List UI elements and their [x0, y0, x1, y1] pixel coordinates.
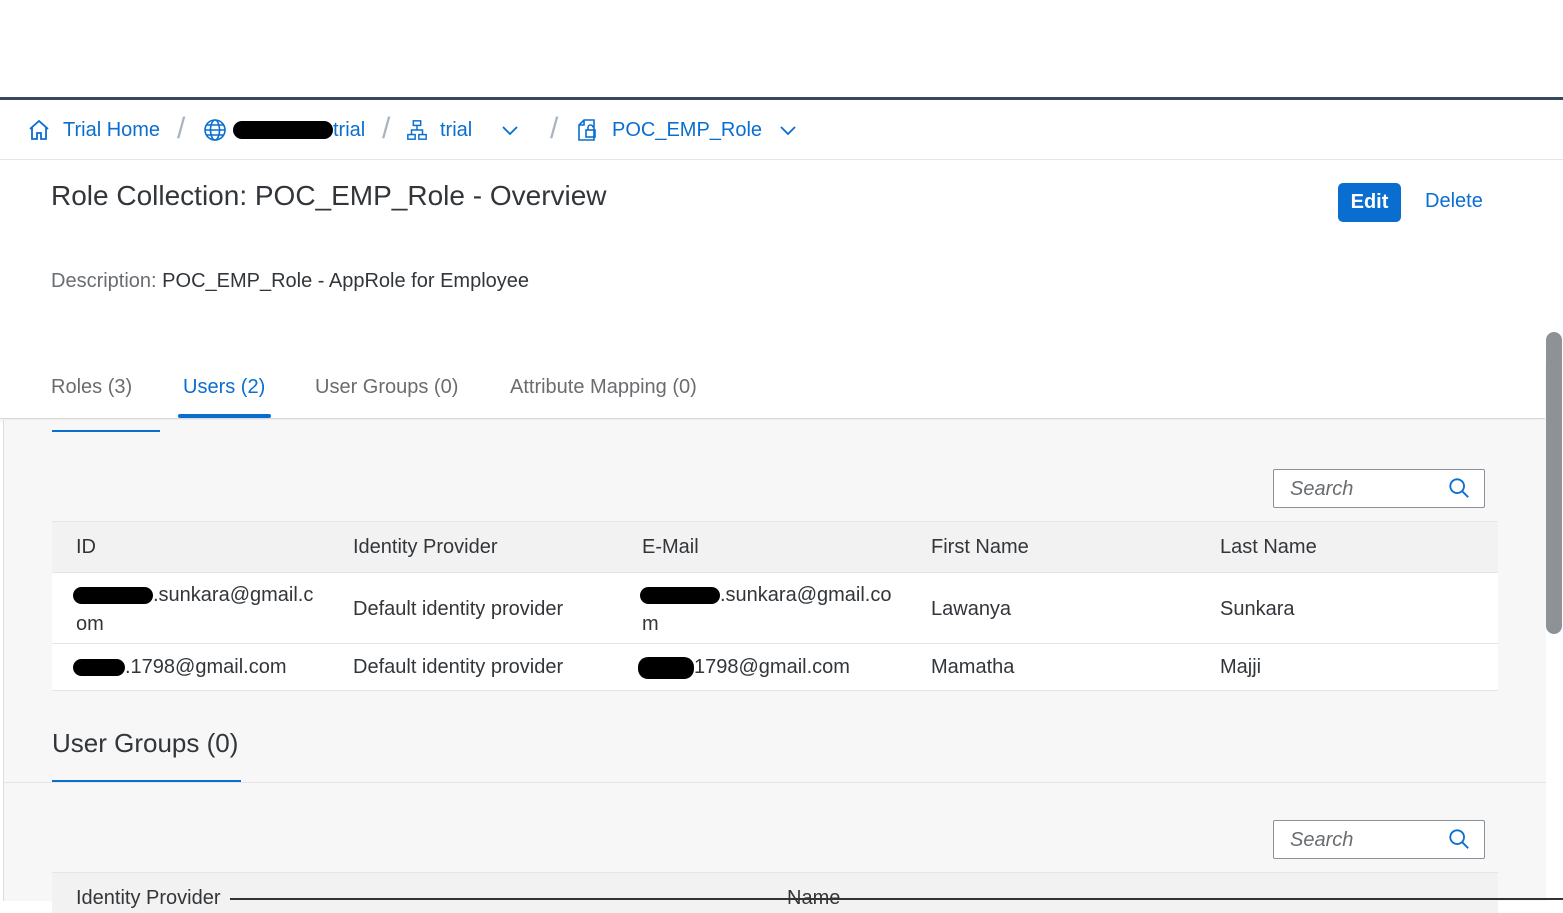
redacted-text	[73, 587, 153, 605]
user-groups-table-header: Identity Provider Name	[52, 872, 1498, 913]
redacted-text	[73, 659, 125, 677]
breadcrumb-space-label: trial	[440, 118, 473, 141]
table-row[interactable]: .sunkara@gmail.c om Default identity prov…	[52, 573, 1498, 644]
cell-last-name: Majji	[1220, 656, 1262, 678]
cell-first-name: Mamatha	[931, 656, 1015, 678]
cell-id: .sunkara@gmail.c om	[73, 581, 313, 639]
tab-users[interactable]: Users (2)	[183, 376, 265, 399]
table-row[interactable]: .1798@gmail.com Default identity provide…	[52, 644, 1498, 691]
edit-button[interactable]: Edit	[1338, 183, 1401, 222]
document-lock-icon	[578, 119, 596, 141]
chevron-down-icon[interactable]	[500, 120, 520, 140]
vertical-scrollbar[interactable]	[1546, 332, 1562, 634]
search-icon[interactable]	[1448, 828, 1470, 850]
breadcrumb-space[interactable]: trial	[406, 116, 520, 144]
cell-identity-provider: Default identity provider	[353, 598, 564, 620]
redacted-text	[640, 587, 720, 605]
cell-first-name: Lawanya	[931, 598, 1012, 620]
chevron-down-icon[interactable]	[778, 120, 798, 140]
cell-id: .1798@gmail.com	[73, 653, 286, 682]
breadcrumb-home[interactable]: Trial Home	[27, 116, 160, 144]
breadcrumb-separator: /	[382, 112, 391, 145]
column-header-first-name[interactable]: First Name	[931, 536, 1029, 559]
tab-roles[interactable]: Roles (3)	[51, 376, 132, 399]
users-search-input[interactable]: Search	[1273, 469, 1485, 508]
divider	[230, 898, 1563, 900]
description-label: Description:	[51, 270, 157, 292]
breadcrumb-separator: /	[550, 112, 559, 145]
column-header-identity-provider[interactable]: Identity Provider	[76, 887, 221, 910]
breadcrumb-subaccount-label: trial	[333, 118, 366, 141]
tab-attribute-mapping[interactable]: Attribute Mapping (0)	[510, 376, 697, 399]
user-groups-search-input[interactable]: Search	[1273, 820, 1485, 859]
description: Description: POC_EMP_Role - AppRole for …	[51, 270, 529, 293]
search-placeholder: Search	[1290, 829, 1354, 851]
tab-user-groups[interactable]: User Groups (0)	[315, 376, 458, 399]
breadcrumb-home-label: Trial Home	[63, 118, 161, 141]
user-groups-section-title: User Groups (0)	[52, 728, 239, 758]
description-value: POC_EMP_Role - AppRole for Employee	[162, 270, 530, 292]
cell-last-name: Sunkara	[1220, 598, 1295, 620]
redacted-text	[638, 656, 694, 679]
users-table: ID Identity Provider E-Mail First Name L…	[52, 521, 1498, 691]
column-header-last-name[interactable]: Last Name	[1220, 536, 1317, 559]
page-title: Role Collection: POC_EMP_Role - Overview	[51, 180, 607, 211]
breadcrumb-role-collection[interactable]: POC_EMP_Role	[576, 116, 798, 144]
users-section: Search ID Identity Provider E-Mail First…	[3, 420, 1546, 913]
search-icon[interactable]	[1448, 477, 1470, 499]
home-icon	[29, 119, 49, 140]
table-header: ID Identity Provider E-Mail First Name L…	[52, 521, 1498, 573]
hierarchy-icon	[407, 120, 427, 140]
breadcrumb: Trial Home / trial / trial / POC_EMP_Rol…	[0, 100, 1563, 160]
column-header-identity-provider[interactable]: Identity Provider	[353, 536, 498, 559]
column-header-id[interactable]: ID	[76, 536, 96, 559]
column-header-email[interactable]: E-Mail	[642, 536, 699, 559]
redacted-text	[233, 121, 333, 139]
section-title-underline	[52, 430, 160, 432]
delete-button[interactable]: Delete	[1425, 190, 1483, 213]
cell-email: 1798@gmail.com	[638, 653, 850, 682]
tab-bar: Roles (3) Users (2) User Groups (0) Attr…	[0, 362, 1545, 419]
search-placeholder: Search	[1290, 478, 1354, 500]
breadcrumb-separator: /	[177, 112, 186, 145]
active-tab-indicator	[178, 414, 271, 418]
breadcrumb-subaccount[interactable]: trial	[203, 116, 365, 144]
cell-identity-provider: Default identity provider	[353, 656, 564, 678]
breadcrumb-role-collection-label: POC_EMP_Role	[612, 118, 763, 141]
cell-email: .sunkara@gmail.co m	[640, 584, 892, 635]
divider	[4, 782, 1546, 783]
globe-icon	[204, 119, 226, 141]
object-page-header: Role Collection: POC_EMP_Role - Overview…	[0, 160, 1545, 419]
